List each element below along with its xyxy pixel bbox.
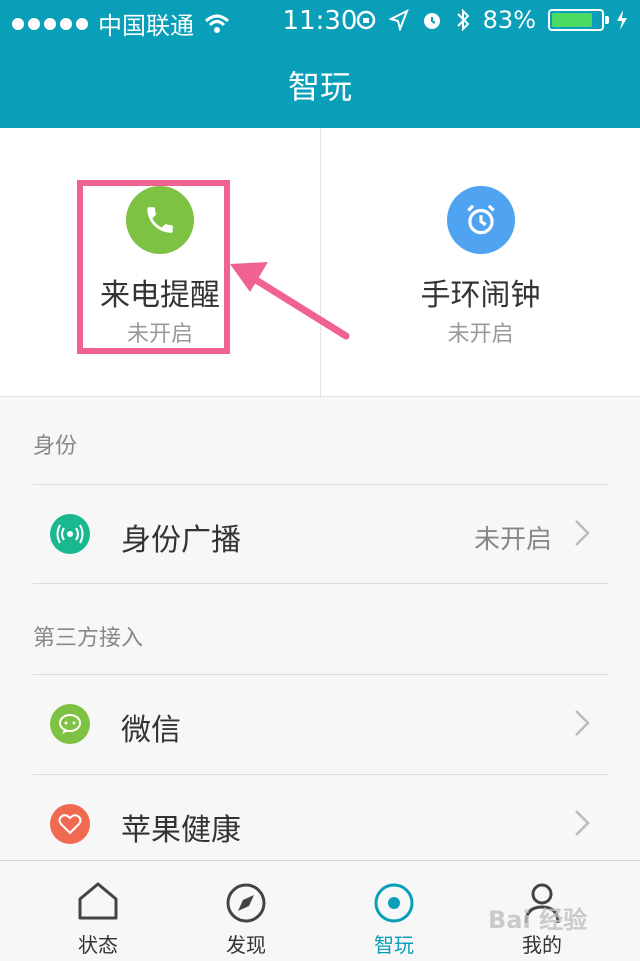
alarm-clock-icon [447, 186, 515, 254]
section-label-third-party: 第三方接入 [33, 626, 144, 651]
tab-smart-play[interactable]: 智玩 [314, 861, 474, 961]
broadcast-icon [50, 514, 90, 554]
section-label-identity: 身份 [33, 434, 78, 459]
tab-label: 发现 [226, 933, 266, 957]
wechat-icon [50, 704, 90, 744]
feature-status: 未开启 [447, 322, 514, 347]
chevron-right-icon [575, 810, 590, 836]
list-item-apple-health[interactable]: 苹果健康 [33, 774, 608, 873]
watermark: Bai 经验 [488, 906, 588, 934]
tab-discover[interactable]: 发现 [166, 861, 326, 961]
chevron-right-icon [575, 710, 590, 736]
tab-label: 状态 [78, 933, 118, 957]
battery-icon [548, 9, 609, 31]
list-item-wechat[interactable]: 微信 [33, 674, 608, 773]
charging-icon [617, 10, 627, 30]
list-item-label: 身份广播 [121, 523, 241, 558]
nav-bar: 智玩 [0, 40, 640, 128]
heart-icon [50, 804, 90, 844]
tab-label: 智玩 [374, 933, 414, 957]
target-icon [374, 883, 414, 923]
list-item-label: 苹果健康 [121, 813, 241, 848]
bluetooth-icon [456, 8, 470, 32]
band-alarm-card[interactable]: 手环闹钟 未开启 [320, 128, 640, 396]
location-icon [388, 9, 409, 31]
annotation-arrow [230, 262, 350, 340]
divider [33, 583, 608, 584]
page-title: 智玩 [287, 68, 352, 106]
tab-status[interactable]: 状态 [18, 861, 178, 961]
list-item-id-broadcast[interactable]: 身份广播 未开启 [33, 484, 608, 583]
rotation-lock-icon [356, 10, 375, 30]
status-bar: 中国联通 11:30 83% [0, 0, 640, 40]
feature-title: 手环闹钟 [420, 278, 541, 313]
list-item-value: 未开启 [473, 525, 552, 555]
compass-icon [226, 883, 266, 923]
alarm-icon [423, 13, 440, 29]
list-item-label: 微信 [121, 713, 181, 748]
battery-percent: 83% [482, 6, 536, 34]
home-icon [78, 882, 118, 920]
highlight-box [77, 180, 230, 354]
chevron-right-icon [575, 520, 590, 546]
